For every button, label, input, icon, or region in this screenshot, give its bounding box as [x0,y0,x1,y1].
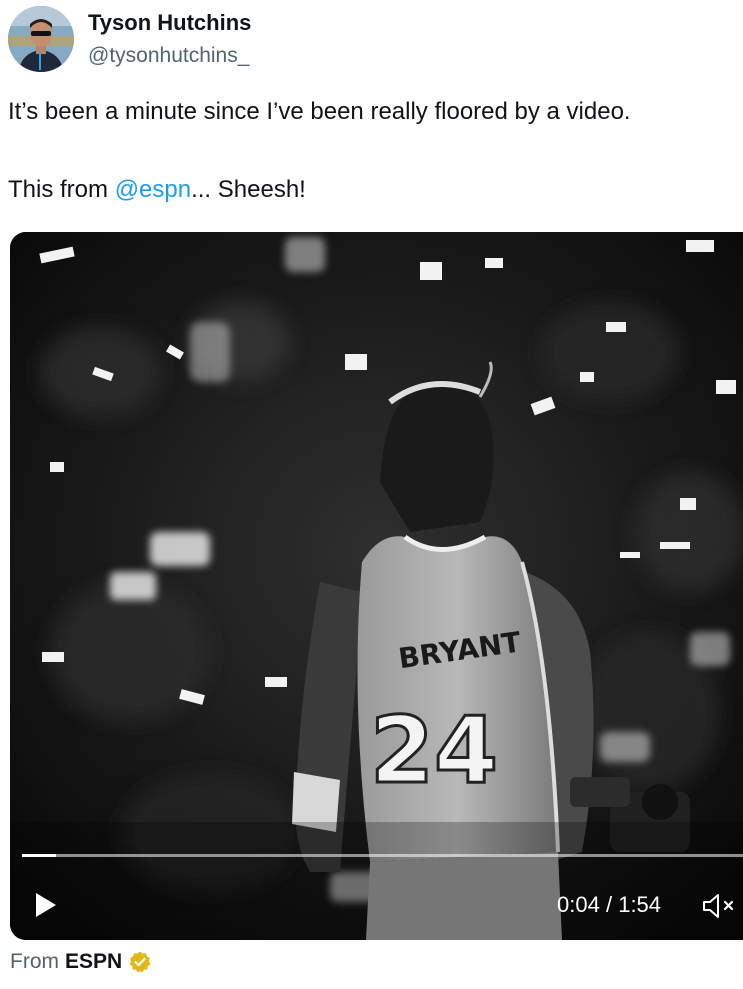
video-progress-fill [22,854,57,857]
play-icon [36,893,56,917]
tweet-line-2-suffix: ... Sheesh! [191,176,306,203]
play-button[interactable] [32,890,60,920]
mention-link-espn[interactable]: @espn [115,176,191,203]
author-avatar[interactable] [8,6,74,72]
tweet-line-1: It’s been a minute since I’ve been reall… [8,98,631,125]
speaker-muted-icon [703,894,734,918]
tweet-line-2: This from @espn... Sheesh! [8,172,743,208]
jersey-number-text: 24 [370,697,498,804]
tweet-text: It’s been a minute since I’ve been reall… [8,94,743,208]
tweet-line-2-prefix: This from [8,176,115,203]
video-time-display: 0:04 / 1:54 [557,892,661,918]
mute-button[interactable] [700,892,740,920]
author-name[interactable]: Tyson Hutchins [88,10,251,36]
video-source-attribution: From ESPN [10,950,152,974]
video-duration: 1:54 [618,892,662,917]
source-prefix: From [10,950,59,973]
verified-gold-badge-icon [129,951,151,973]
time-separator: / [605,892,613,917]
current-time: 0:04 [557,892,600,917]
video-frame: BRYANT 24 [10,232,743,940]
video-player[interactable]: BRYANT 24 0:04 / 1:54 [10,232,743,940]
source-account-link[interactable]: ESPN [65,950,122,974]
author-handle[interactable]: @tysonhutchins_ [88,44,249,68]
avatar-image [8,6,74,72]
video-progress-bar[interactable] [22,854,743,857]
